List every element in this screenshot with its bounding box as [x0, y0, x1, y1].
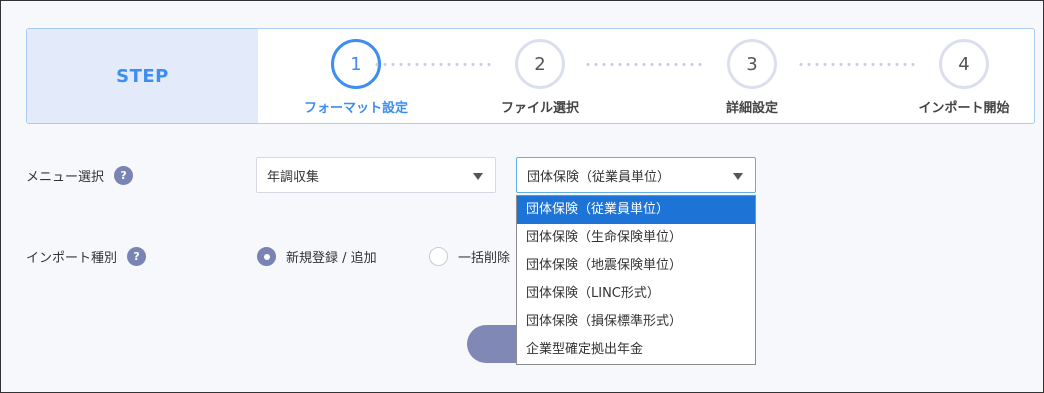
step-4-label: インポート開始 [918, 101, 1010, 116]
radio-checked-icon[interactable] [257, 247, 276, 266]
menu-secondary-value: 団体保険（従業員単位） [527, 169, 671, 185]
step-2-label: ファイル選択 [500, 101, 579, 116]
step-3: 3 詳細設定 [682, 39, 822, 116]
import-type-label: インポート種別 [26, 251, 118, 266]
step-1: 1 フォーマット設定 [286, 39, 426, 116]
dropdown-option[interactable]: 団体保険（従業員単位） [517, 196, 755, 224]
step-4: 4 インポート開始 [894, 39, 1034, 116]
radio-unchecked-icon[interactable] [429, 247, 448, 266]
step-header: STEP [27, 29, 258, 123]
menu-primary-value: 年調収集 [267, 169, 320, 185]
radio-option-new-label: 新規登録 / 追加 [286, 251, 377, 266]
import-type-row-label: インポート種別 ? [26, 247, 147, 266]
menu-select-row-label: メニュー選択 ? [26, 166, 134, 185]
menu-select-label: メニュー選択 [26, 170, 105, 185]
radio-option-new[interactable]: 新規登録 / 追加 [257, 247, 377, 266]
menu-secondary-dropdown: 団体保険（従業員単位） 団体保険（生命保険単位） 団体保険（地震保険単位） 団体… [516, 195, 756, 365]
dropdown-option[interactable]: 団体保険（損保標準形式） [517, 308, 755, 336]
radio-option-bulk-delete-label: 一括削除 [458, 251, 511, 266]
dropdown-option[interactable]: 団体保険（地震保険単位） [517, 252, 755, 280]
chevron-down-icon [733, 173, 743, 180]
step-1-label: フォーマット設定 [303, 101, 408, 116]
dropdown-option[interactable]: 団体保険（生命保険単位） [517, 224, 755, 252]
page: STEP 1 フォーマット設定 2 ファイル選択 3 詳細設定 4 インポート開… [1, 1, 1043, 392]
dropdown-option[interactable]: 団体保険（LINC形式） [517, 280, 755, 308]
radio-option-bulk-delete[interactable]: 一括削除 [429, 247, 510, 266]
step-3-label: 詳細設定 [725, 101, 778, 116]
step-4-number: 4 [939, 39, 989, 89]
step-2: 2 ファイル選択 [470, 39, 610, 116]
dropdown-option[interactable]: 企業型確定拠出年金 [517, 336, 755, 364]
help-icon[interactable]: ? [114, 166, 134, 185]
step-2-number: 2 [515, 39, 565, 89]
step-indicator: STEP 1 フォーマット設定 2 ファイル選択 3 詳細設定 4 インポート開… [26, 28, 1035, 124]
menu-primary-select[interactable]: 年調収集 [256, 157, 496, 193]
help-icon[interactable]: ? [127, 247, 147, 266]
step-3-number: 3 [727, 39, 777, 89]
menu-secondary-select[interactable]: 団体保険（従業員単位） [516, 157, 756, 193]
chevron-down-icon [473, 173, 483, 180]
